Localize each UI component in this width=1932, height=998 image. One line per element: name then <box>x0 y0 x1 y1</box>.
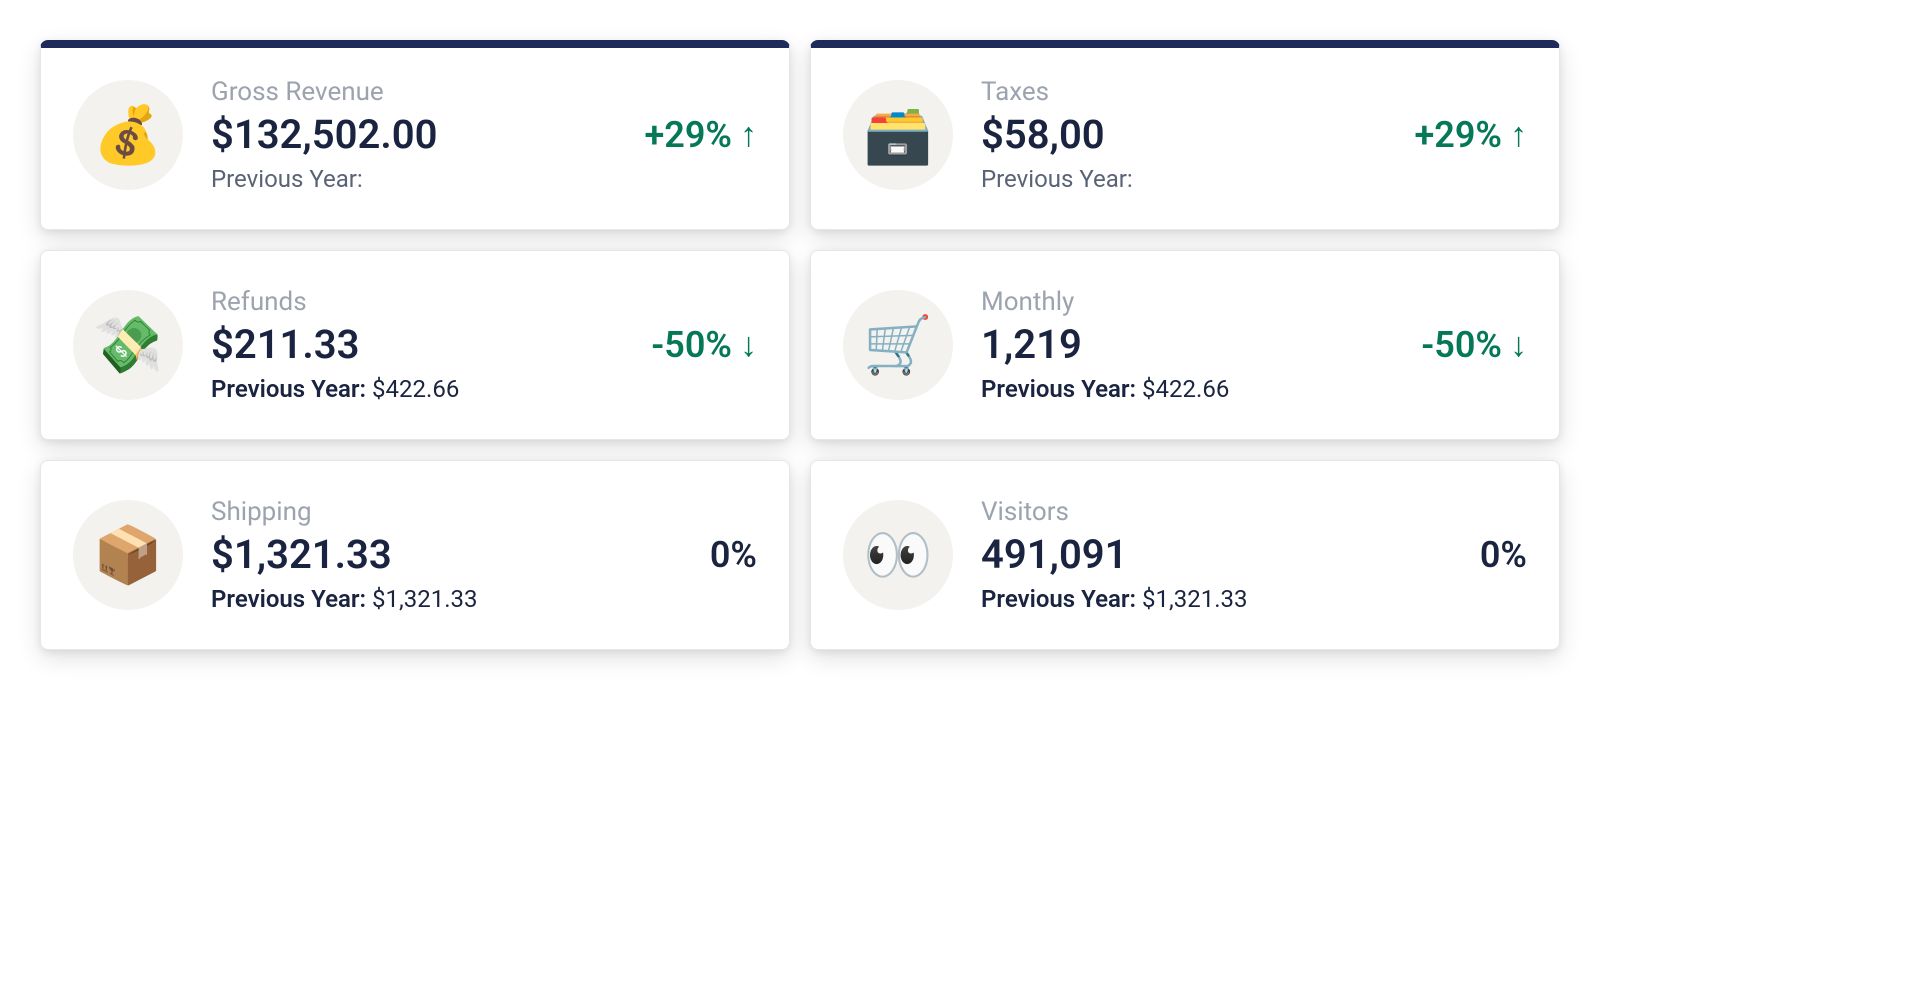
arrow-up-icon: ↑ <box>1510 118 1527 152</box>
stat-title: Refunds <box>211 287 631 317</box>
stats-grid: 💰 Gross Revenue $132,502.00 Previous Year: +… <box>40 40 1560 650</box>
delta-text: 0% <box>1480 534 1527 576</box>
previous-label: Previous Year: <box>981 375 1136 403</box>
stat-content: Shipping$1,321.33Previous Year: $1,321.3… <box>211 497 690 613</box>
stat-card-taxes: 🗃️ Taxes $58,00 Previous Year: +29%↑ <box>810 40 1560 230</box>
stat-value: 491,091 <box>981 531 1460 579</box>
delta-text: +29% <box>1415 114 1503 156</box>
stat-value: $132,502.00 <box>211 111 625 159</box>
file-box-icon: 🗃️ <box>843 80 953 190</box>
stat-content: Gross Revenue $132,502.00 Previous Year: <box>211 77 625 193</box>
stat-value: $1,321.33 <box>211 531 690 579</box>
delta-text: -50% <box>651 324 732 366</box>
previous-label: Previous Year: <box>211 375 366 403</box>
shopping-cart-icon: 🛒 <box>843 290 953 400</box>
stat-card-shipping: 📦Shipping$1,321.33Previous Year: $1,321.… <box>40 460 790 650</box>
delta-text: -50% <box>1421 324 1502 366</box>
money-bag-icon: 💰 <box>73 80 183 190</box>
money-wings-icon: 💸 <box>73 290 183 400</box>
eyes-icon: 👀 <box>843 500 953 610</box>
stat-content: Refunds $211.33 Previous Year: $422.66 <box>211 287 631 403</box>
stat-title: Gross Revenue <box>211 77 625 107</box>
arrow-down-icon: ↓ <box>1510 328 1527 362</box>
stat-previous: Previous Year: $422.66 <box>211 375 631 403</box>
stat-content: Visitors 491,091 Previous Year: $1,321.33 <box>981 497 1460 613</box>
stat-card-visitors: 👀 Visitors 491,091 Previous Year: $1,321.33… <box>810 460 1560 650</box>
stat-title: Monthly <box>981 287 1401 317</box>
stat-value: 1,219 <box>981 321 1401 369</box>
previous-label: Previous Year: <box>211 585 366 613</box>
stat-content: Taxes $58,00 Previous Year: <box>981 77 1395 193</box>
delta-text: 0% <box>710 534 757 576</box>
previous-value: $422.66 <box>1142 375 1229 403</box>
previous-label: Previous Year: <box>211 165 363 193</box>
stat-previous: Previous Year: <box>211 165 625 193</box>
delta-text: +29% <box>645 114 733 156</box>
previous-label: Previous Year: <box>981 165 1133 193</box>
stat-previous: Previous Year: <box>981 165 1395 193</box>
stat-title: Taxes <box>981 77 1395 107</box>
stat-delta: -50%↓ <box>651 324 757 366</box>
stat-previous: Previous Year: $1,321.33 <box>211 585 690 613</box>
stat-delta: -50%↓ <box>1421 324 1527 366</box>
stat-title: Visitors <box>981 497 1460 527</box>
previous-value: $422.66 <box>372 375 459 403</box>
stat-title: Shipping <box>211 497 690 527</box>
stat-value: $211.33 <box>211 321 631 369</box>
stat-card-refunds: 💸 Refunds $211.33 Previous Year: $422.66 -50… <box>40 250 790 440</box>
arrow-down-icon: ↓ <box>740 328 757 362</box>
stat-delta: +29%↑ <box>1415 114 1528 156</box>
stat-content: Monthly 1,219 Previous Year: $422.66 <box>981 287 1401 403</box>
previous-value: $1,321.33 <box>1142 585 1247 613</box>
previous-value: $1,321.33 <box>372 585 477 613</box>
previous-label: Previous Year: <box>981 585 1136 613</box>
stat-card-monthly: 🛒 Monthly 1,219 Previous Year: $422.66 -50%↓ <box>810 250 1560 440</box>
stat-value: $58,00 <box>981 111 1395 159</box>
stat-card-gross-revenue: 💰 Gross Revenue $132,502.00 Previous Year: +… <box>40 40 790 230</box>
stat-delta: 0% <box>1480 534 1527 576</box>
stat-delta: 0% <box>710 534 757 576</box>
stat-previous: Previous Year: $422.66 <box>981 375 1401 403</box>
stat-previous: Previous Year: $1,321.33 <box>981 585 1460 613</box>
arrow-up-icon: ↑ <box>740 118 757 152</box>
package-icon: 📦 <box>73 500 183 610</box>
stat-delta: +29%↑ <box>645 114 758 156</box>
